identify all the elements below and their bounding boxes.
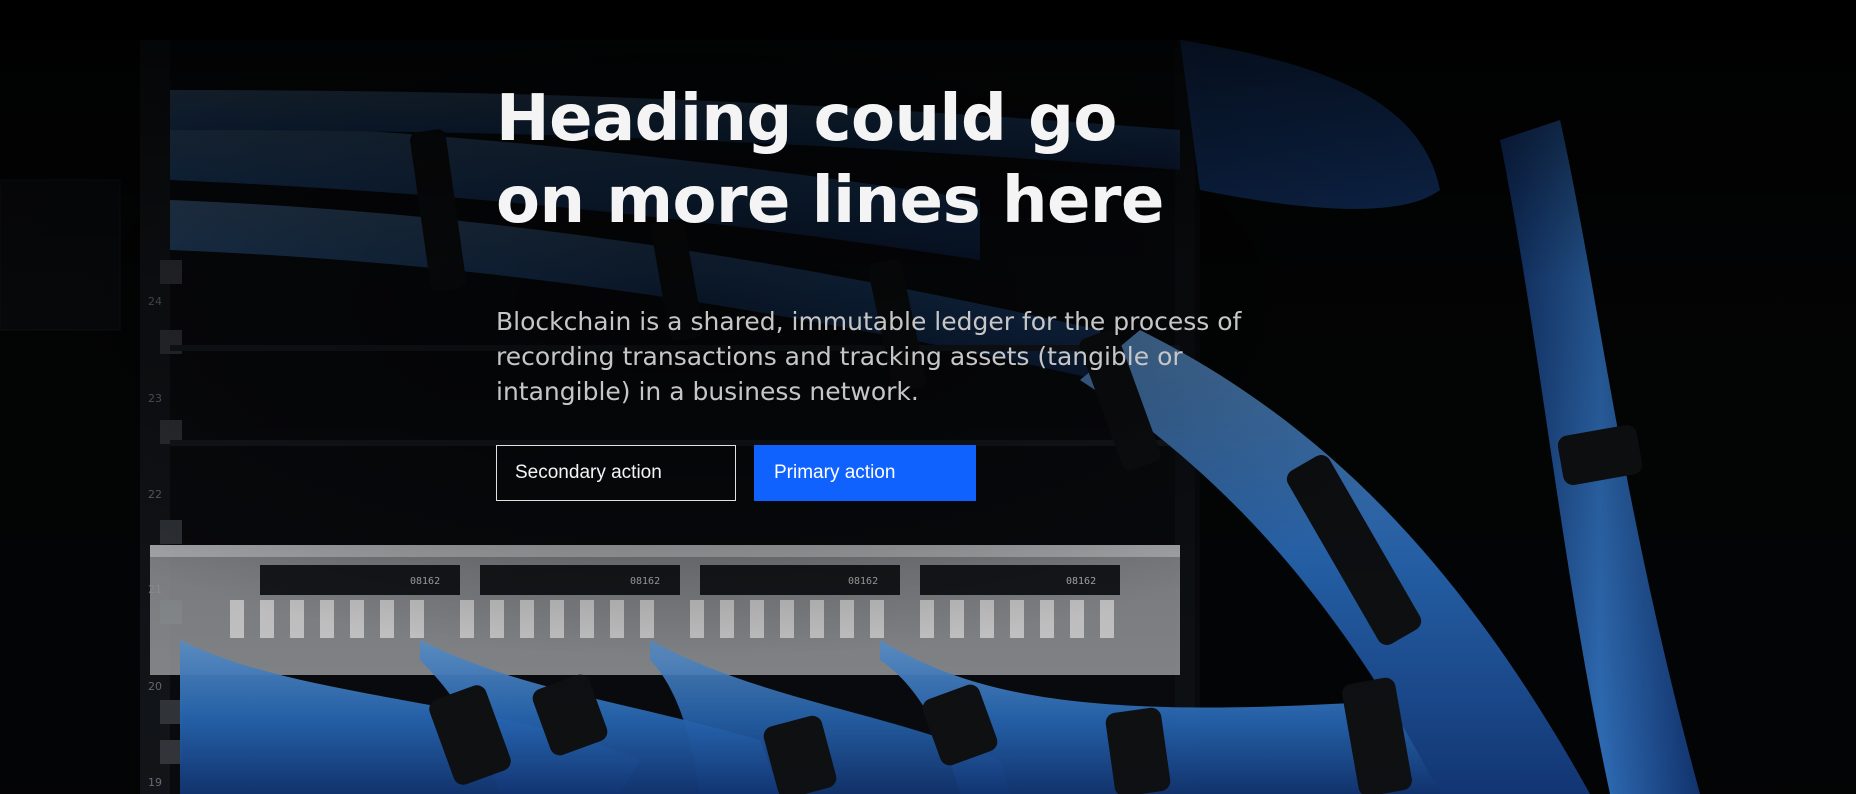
hero-actions: Secondary action Primary action	[496, 445, 1276, 501]
hero-heading: Heading could go on more lines here	[496, 82, 1164, 238]
hero-content: Heading could go on more lines here Bloc…	[496, 78, 1276, 501]
hero-description: Blockchain is a shared, immutable ledger…	[496, 307, 1242, 406]
hero-banner: 24 23 22 21 20 19 08162 08162	[0, 0, 1856, 794]
primary-action-button[interactable]: Primary action	[754, 445, 976, 501]
secondary-action-button[interactable]: Secondary action	[496, 445, 736, 501]
